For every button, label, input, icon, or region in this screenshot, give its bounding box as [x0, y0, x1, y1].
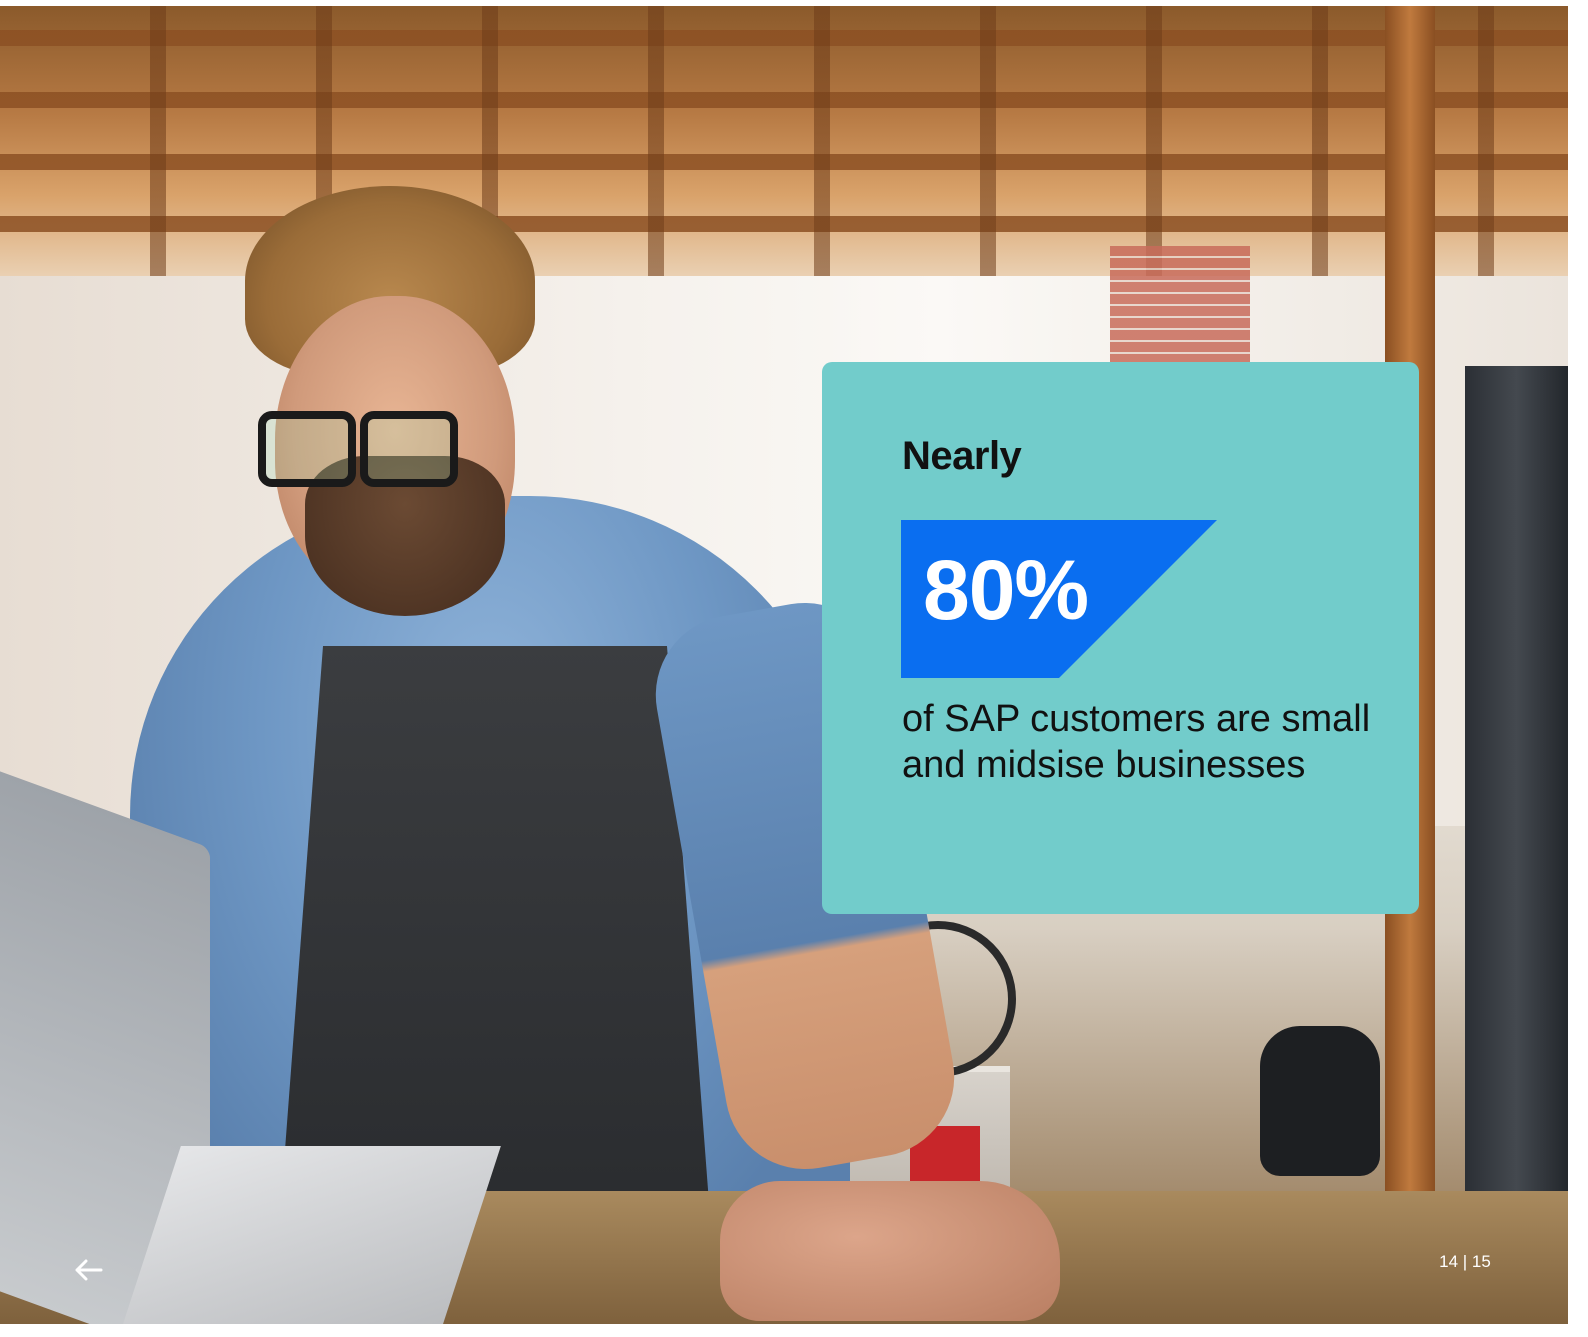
stat-card: Nearly 80% of SAP customers are small an…	[822, 362, 1419, 914]
stat-value: 80%	[923, 543, 1089, 637]
photo-person-glasses	[258, 411, 458, 487]
photo-locker	[1465, 366, 1568, 1246]
photo-person-hand	[720, 1181, 1060, 1321]
arrow-left-icon	[75, 1259, 103, 1281]
stat-highlight: 80%	[901, 520, 1217, 678]
stat-lead-text: Nearly	[902, 434, 1022, 478]
stat-description: of SAP customers are small and midsise b…	[902, 698, 1371, 786]
slide-page: Nearly 80% of SAP customers are small an…	[0, 0, 1588, 1337]
photo-person-apron	[280, 646, 710, 1216]
photo-laptop-keyboard	[119, 1146, 501, 1324]
photo-brick-wall	[1110, 246, 1250, 376]
page-indicator: 14 | 15	[1439, 1252, 1491, 1271]
glasses-right-lens	[360, 411, 458, 487]
photo-backpack	[1260, 1026, 1380, 1176]
glasses-left-lens	[258, 411, 356, 487]
photo-ceiling-beams	[0, 6, 1568, 276]
back-button[interactable]	[66, 1250, 110, 1290]
